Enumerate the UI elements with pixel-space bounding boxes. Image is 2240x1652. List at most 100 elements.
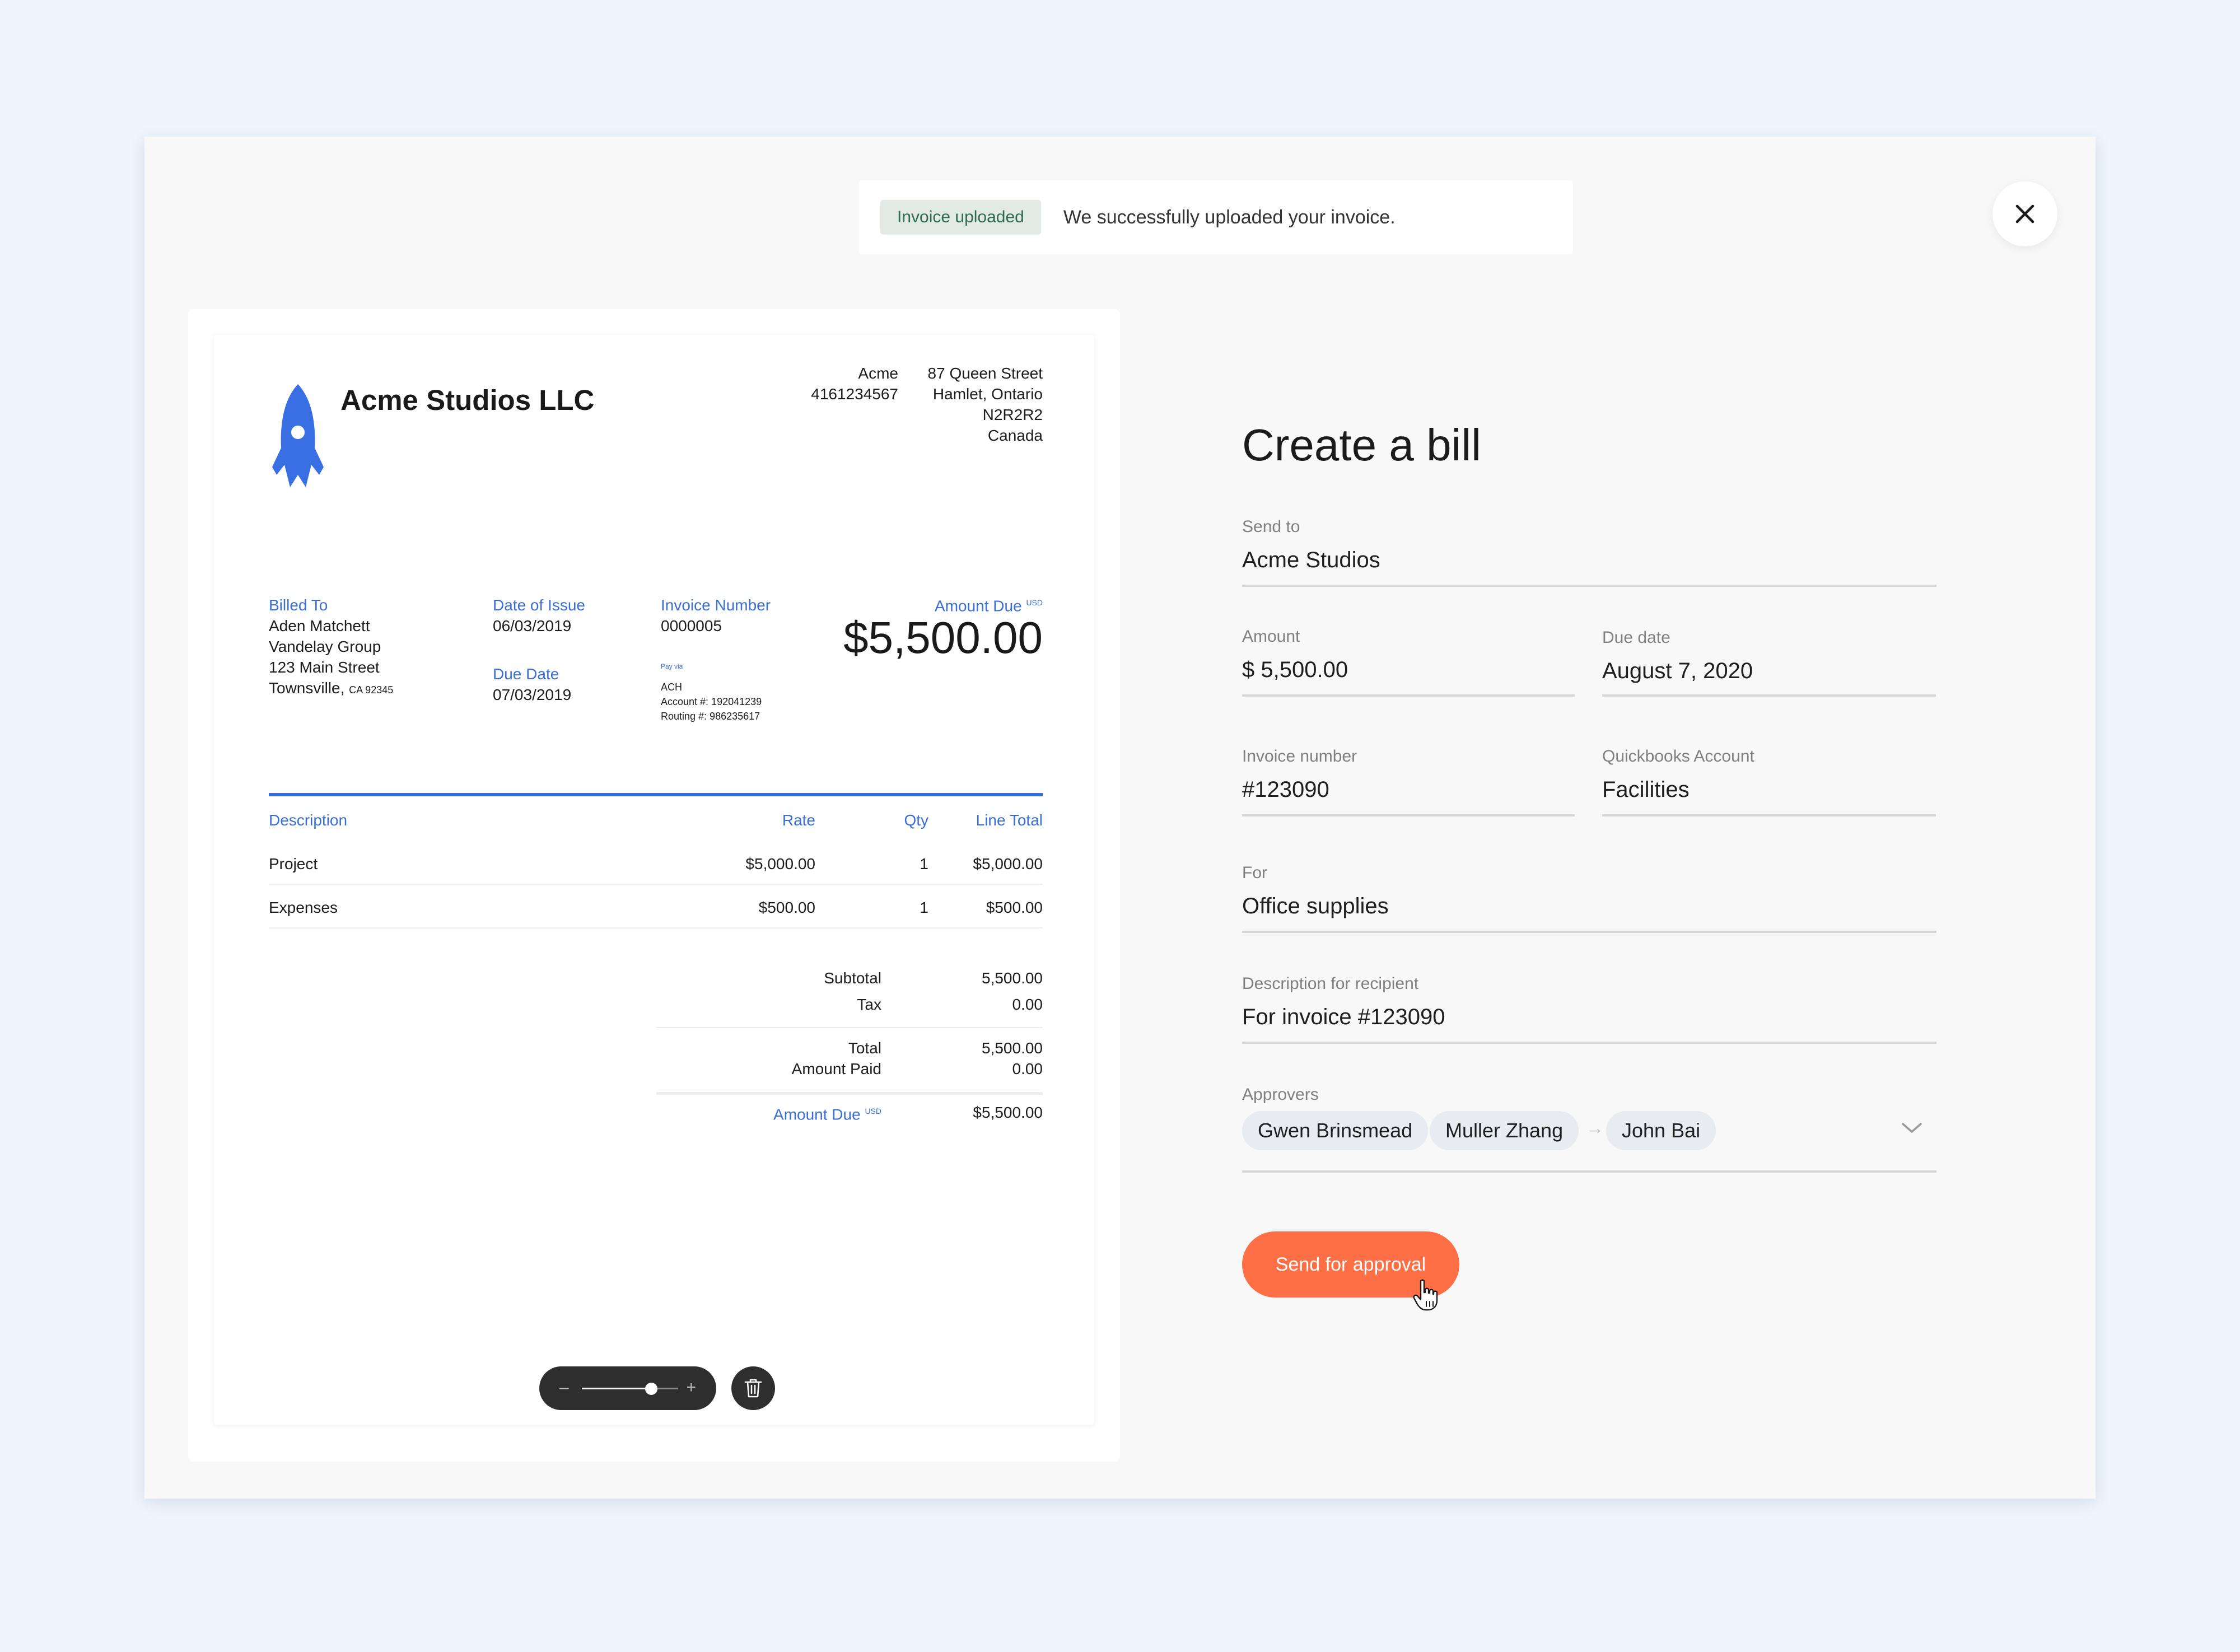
invoice-number-input[interactable]: #123090 bbox=[1242, 777, 1329, 802]
close-icon bbox=[2015, 204, 2034, 223]
subtotal-value: 5,500.00 bbox=[982, 969, 1043, 987]
quickbooks-account-label: Quickbooks Account bbox=[1602, 747, 1754, 766]
send-to-input[interactable]: Acme Studios bbox=[1242, 548, 1380, 573]
form-title: Create a bill bbox=[1242, 420, 1481, 470]
due-date-label: Due Date bbox=[493, 665, 559, 683]
sender-postal: N2R2R2 bbox=[982, 406, 1043, 423]
due-date-value: 07/03/2019 bbox=[493, 686, 572, 703]
invoice-document: Acme Studios LLC Acme 4161234567 87 Quee… bbox=[214, 335, 1094, 1425]
tax-value: 0.00 bbox=[1012, 996, 1043, 1013]
amount-input[interactable]: $ 5,500.00 bbox=[1242, 657, 1348, 683]
billed-to-street: 123 Main Street bbox=[269, 659, 380, 676]
table-row-rate: $500.00 bbox=[758, 899, 815, 916]
invoice-number-field-label: Invoice number bbox=[1242, 747, 1357, 766]
description-field[interactable]: Description for recipient For invoice #1… bbox=[1242, 974, 1936, 1044]
col-header-rate: Rate bbox=[782, 811, 815, 829]
zoom-slider-fill bbox=[582, 1388, 651, 1389]
amount-due-value: $5,500.00 bbox=[843, 613, 1043, 662]
approver-chip[interactable]: John Bai bbox=[1606, 1111, 1716, 1150]
total-amount-due-value: $5,500.00 bbox=[973, 1104, 1043, 1121]
invoice-number-value: 0000005 bbox=[661, 617, 722, 634]
table-row-line-total: $5,000.00 bbox=[973, 855, 1043, 872]
billed-to-label: Billed To bbox=[269, 596, 328, 614]
zoom-slider-handle[interactable] bbox=[645, 1383, 657, 1395]
hand-cursor-icon bbox=[1413, 1279, 1438, 1311]
delete-invoice-button[interactable] bbox=[731, 1366, 775, 1410]
due-date-field-label: Due date bbox=[1602, 628, 1670, 647]
approver-arrow-icon: → bbox=[1586, 1118, 1604, 1138]
amount-paid-value: 0.00 bbox=[1012, 1060, 1043, 1077]
trash-icon bbox=[744, 1379, 762, 1398]
invoice-number-field[interactable]: Invoice number #123090 bbox=[1242, 747, 1575, 816]
zoom-in-button[interactable]: + bbox=[686, 1376, 696, 1399]
col-header-description: Description bbox=[269, 811, 348, 829]
table-row-description: Expenses bbox=[269, 899, 338, 916]
invoice-number-label: Invoice Number bbox=[661, 596, 771, 614]
date-of-issue-label: Date of Issue bbox=[493, 596, 585, 614]
sender-name: Acme bbox=[858, 365, 898, 382]
col-header-line-total: Line Total bbox=[976, 811, 1043, 829]
table-row-qty: 1 bbox=[920, 855, 928, 872]
date-of-issue-value: 06/03/2019 bbox=[493, 617, 572, 634]
totals-divider bbox=[656, 1092, 1043, 1095]
sender-street: 87 Queen Street bbox=[927, 365, 1043, 382]
rocket-logo-icon bbox=[272, 384, 324, 487]
approvers-field[interactable]: Approvers Gwen Brinsmead Muller Zhang → … bbox=[1242, 1085, 1936, 1173]
total-amount-due-label-text: Amount Due bbox=[773, 1105, 861, 1123]
billed-to-state-zip: CA 92345 bbox=[349, 684, 394, 696]
billed-to-city-text: Townsville, bbox=[269, 679, 345, 697]
sender-city: Hamlet, Ontario bbox=[932, 385, 1043, 403]
toast-message: We successfully uploaded your invoice. bbox=[1063, 206, 1396, 228]
upload-toast: Invoice uploaded We successfully uploade… bbox=[859, 180, 1573, 254]
pay-via-label: Pay via bbox=[661, 662, 683, 670]
amount-due-label-text: Amount Due bbox=[935, 597, 1022, 615]
amount-paid-label: Amount Paid bbox=[791, 1060, 881, 1077]
approver-chip[interactable]: Gwen Brinsmead bbox=[1242, 1111, 1429, 1150]
description-input[interactable]: For invoice #123090 bbox=[1242, 1005, 1445, 1030]
for-label: For bbox=[1242, 864, 1267, 882]
quickbooks-account-field[interactable]: Quickbooks Account Facilities bbox=[1602, 747, 1936, 816]
total-amount-due-label: Amount Due USD bbox=[773, 1101, 881, 1124]
amount-due-currency: USD bbox=[1026, 598, 1043, 607]
quickbooks-account-input[interactable]: Facilities bbox=[1602, 777, 1690, 802]
tax-label: Tax bbox=[857, 996, 881, 1013]
amount-label: Amount bbox=[1242, 627, 1300, 646]
sender-country: Canada bbox=[987, 427, 1043, 444]
pay-via-method: ACH bbox=[661, 682, 683, 693]
for-input[interactable]: Office supplies bbox=[1242, 894, 1389, 919]
row-divider bbox=[269, 927, 1043, 928]
due-date-input[interactable]: August 7, 2020 bbox=[1602, 659, 1753, 684]
create-bill-modal: Invoice uploaded We successfully uploade… bbox=[144, 137, 2096, 1499]
pay-via-routing: Routing #: 986235617 bbox=[661, 711, 760, 722]
zoom-out-button[interactable]: – bbox=[559, 1376, 569, 1399]
chevron-down-icon[interactable] bbox=[1901, 1121, 1923, 1135]
toast-badge: Invoice uploaded bbox=[880, 200, 1041, 235]
invoice-preview-card: Acme Studios LLC Acme 4161234567 87 Quee… bbox=[188, 309, 1120, 1462]
send-to-label: Send to bbox=[1242, 517, 1300, 536]
totals-divider bbox=[656, 1027, 1043, 1028]
billed-to-company: Vandelay Group bbox=[269, 638, 381, 655]
amount-field[interactable]: Amount $ 5,500.00 bbox=[1242, 627, 1575, 697]
row-divider bbox=[269, 884, 1043, 885]
total-value: 5,500.00 bbox=[982, 1039, 1043, 1057]
col-header-qty: Qty bbox=[904, 811, 928, 829]
table-row-line-total: $500.00 bbox=[986, 899, 1043, 916]
description-label: Description for recipient bbox=[1242, 974, 1419, 993]
send-to-field[interactable]: Send to Acme Studios bbox=[1242, 517, 1936, 587]
approvers-label: Approvers bbox=[1242, 1085, 1319, 1104]
table-row-rate: $5,000.00 bbox=[745, 855, 815, 872]
billed-to-name: Aden Matchett bbox=[269, 617, 370, 634]
table-row-description: Project bbox=[269, 855, 318, 872]
due-date-field[interactable]: Due date August 7, 2020 bbox=[1602, 627, 1936, 697]
sender-phone: 4161234567 bbox=[811, 385, 898, 403]
total-label: Total bbox=[848, 1039, 881, 1057]
approver-chip[interactable]: Muller Zhang bbox=[1430, 1111, 1579, 1150]
for-field[interactable]: For Office supplies bbox=[1242, 864, 1936, 933]
table-row-qty: 1 bbox=[920, 899, 928, 916]
billed-to-city: Townsville, CA 92345 bbox=[269, 678, 393, 698]
subtotal-label: Subtotal bbox=[824, 969, 881, 987]
close-button[interactable] bbox=[1992, 181, 2057, 246]
pay-via-account: Account #: 192041239 bbox=[661, 696, 762, 707]
table-top-rule bbox=[269, 793, 1043, 796]
zoom-control: – + bbox=[539, 1366, 716, 1410]
